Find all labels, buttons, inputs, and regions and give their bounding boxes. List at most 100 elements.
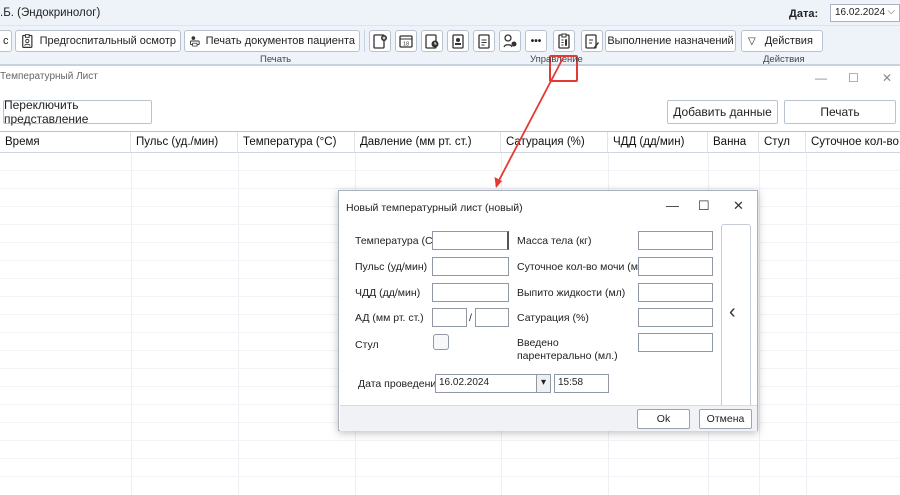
window-title: Температурный Лист	[0, 71, 98, 82]
date-value: 16.02.2024	[835, 7, 886, 18]
stool-checkbox[interactable]	[433, 334, 449, 350]
column-header[interactable]: ЧДД (дд/мин)	[608, 132, 708, 152]
temperature-input[interactable]	[432, 231, 509, 250]
window-maximize-button[interactable]: ☐	[848, 71, 859, 85]
time-value: 15:58	[558, 377, 584, 388]
dialog-maximize-button[interactable]: ☐	[698, 198, 710, 214]
date-value: 16.02.2024	[439, 377, 490, 388]
grid-line	[806, 153, 807, 495]
dialog-minimize-button[interactable]: —	[666, 198, 679, 213]
parenteral-input[interactable]	[638, 333, 713, 352]
clipboard-edit-icon	[585, 34, 599, 49]
column-header[interactable]: Ванна	[708, 132, 759, 152]
clipboard-badge-button[interactable]	[447, 30, 469, 52]
grid-row-line	[0, 188, 900, 189]
temperature-label: Температура (С°)	[355, 235, 441, 247]
ok-button[interactable]: Ok	[637, 409, 690, 429]
chevron-down-icon[interactable]: ⌵	[887, 6, 895, 17]
date-input[interactable]: 16.02.2024 ▾	[435, 374, 551, 393]
stool-label: Стул	[355, 339, 379, 351]
cancel-button[interactable]: Отмена	[699, 409, 752, 429]
execute-prescriptions-label: Выполнение назначений	[607, 35, 734, 47]
actions-label: Действия	[764, 35, 813, 47]
execute-prescriptions-button[interactable]: Выполнение назначений	[605, 30, 736, 52]
rr-input[interactable]	[432, 283, 509, 302]
calendar-button[interactable]: 18	[395, 30, 417, 52]
more-button[interactable]: •••	[525, 30, 547, 52]
title-bar: .Б. (Эндокринолог) Дата: 16.02.2024 ⌵	[0, 0, 900, 26]
partial-button[interactable]: с	[0, 30, 12, 52]
actions-button[interactable]: ▽ Действия	[741, 30, 823, 52]
weight-label: Масса тела (кг)	[517, 235, 592, 247]
clipboard-list-icon	[478, 34, 490, 49]
column-header[interactable]: Пульс (уд./мин)	[131, 132, 238, 152]
temperature-sheet-icon	[558, 33, 570, 49]
pulse-label: Пульс (уд/мин)	[355, 261, 428, 273]
group-actions-label: Действия	[763, 54, 805, 65]
separator	[364, 30, 365, 52]
dialog-footer	[340, 405, 757, 431]
chevron-left-icon[interactable]: ‹	[729, 301, 736, 324]
clipboard-clock-button[interactable]	[421, 30, 443, 52]
print-documents-button[interactable]: Печать документов пациента	[184, 30, 360, 52]
clipboard-person-icon	[22, 34, 33, 48]
column-header[interactable]: Температура (°C)	[238, 132, 355, 152]
clipboard-plus-icon	[373, 34, 387, 49]
grid-row-line	[0, 170, 900, 171]
more-icon: •••	[530, 35, 542, 47]
dialog-close-button[interactable]: ✕	[733, 198, 744, 214]
bp-label: АД (мм рт. ст.)	[355, 312, 424, 324]
clipboard-list-button[interactable]	[473, 30, 495, 52]
fluid-input[interactable]	[638, 283, 713, 302]
triangle-down-icon: ▽	[748, 35, 756, 47]
bp-separator: /	[469, 312, 472, 324]
grid-line	[238, 153, 239, 495]
clipboard-gear-button[interactable]	[499, 30, 521, 52]
grid-line	[131, 153, 132, 495]
window-minimize-button[interactable]: —	[815, 71, 827, 85]
clipboard-edit-button[interactable]	[581, 30, 603, 52]
new-temperature-sheet-dialog: Новый температурный лист (новый) — ☐ ✕ Т…	[338, 190, 758, 431]
bp-systolic-input[interactable]	[432, 308, 467, 327]
date-dropdown-button[interactable]: ▾	[536, 375, 550, 392]
dialog-title: Новый температурный лист (новый)	[346, 202, 523, 214]
grid-row-line	[0, 440, 900, 441]
saturation-input[interactable]	[638, 308, 713, 327]
saturation-label: Сатурация (%)	[517, 312, 589, 324]
side-panel-toggle[interactable]: ‹	[721, 224, 751, 408]
clipboard-clock-icon	[425, 34, 439, 49]
column-header[interactable]: Время	[0, 132, 131, 152]
bp-diastolic-input[interactable]	[475, 308, 509, 327]
date-picker[interactable]: 16.02.2024 ⌵	[830, 4, 900, 22]
predhosp-exam-label: Предгоспитальный осмотр	[39, 35, 176, 47]
grid-line	[759, 153, 760, 495]
temperature-sheet-button[interactable]	[553, 30, 575, 52]
group-manage-label: Управление	[530, 54, 583, 65]
pulse-input[interactable]	[432, 257, 509, 276]
print-button[interactable]: Печать	[784, 100, 896, 124]
rr-label: ЧДД (дд/мин)	[355, 287, 421, 299]
window-close-button[interactable]: ✕	[882, 71, 892, 85]
printer-person-icon	[189, 36, 200, 47]
grid-row-line	[0, 476, 900, 477]
clipboard-badge-icon	[452, 34, 464, 49]
doctor-name: .Б. (Эндокринолог)	[0, 7, 101, 19]
grid-row-line	[0, 458, 900, 459]
column-header[interactable]: Давление (мм рт. ст.)	[355, 132, 501, 152]
fluid-label: Выпито жидкости (мл)	[517, 287, 626, 299]
calendar-icon: 18	[399, 35, 413, 48]
switch-view-button[interactable]: Переключить представление	[3, 98, 152, 126]
column-header[interactable]: Сатурация (%)	[501, 132, 608, 152]
clipboard-gear-icon	[503, 34, 517, 48]
print-documents-label: Печать документов пациента	[205, 35, 355, 47]
column-header[interactable]: Суточное кол-во м	[806, 132, 900, 152]
ribbon-toolbar: с Предгоспитальный осмотр Печать докумен…	[0, 26, 900, 82]
weight-input[interactable]	[638, 231, 713, 250]
predhosp-exam-button[interactable]: Предгоспитальный осмотр	[15, 30, 181, 52]
time-input[interactable]: 15:58	[554, 374, 609, 393]
date-label: Дата проведения	[358, 378, 442, 390]
clipboard-plus-button[interactable]	[369, 30, 391, 52]
column-header[interactable]: Стул	[759, 132, 806, 152]
add-data-button[interactable]: Добавить данные	[667, 100, 778, 124]
urine-input[interactable]	[638, 257, 713, 276]
